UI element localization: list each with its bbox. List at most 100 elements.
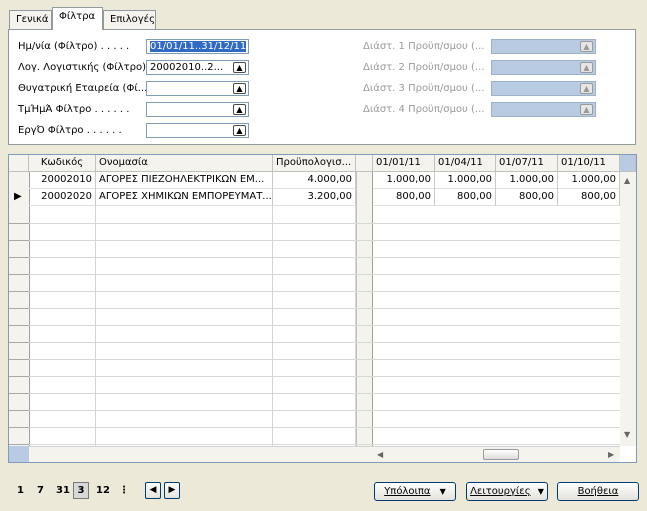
row-line — [9, 274, 620, 275]
tab-filters-label: Φίλτρα — [59, 11, 96, 22]
column-header-code[interactable]: Κωδικός — [29, 155, 96, 172]
functions-button-label: Λειτουργίες — [470, 486, 531, 497]
tab-filters[interactable]: Φίλτρα — [52, 7, 103, 30]
tab-options[interactable]: Επιλογές — [103, 10, 156, 29]
account-filter-input[interactable]: 20002010..2... ▲ — [146, 60, 249, 75]
date-filter-label: Ημ/νία (Φίλτρο) . . . . . — [18, 41, 130, 52]
help-button-label: Βοήθεια — [577, 486, 619, 497]
subsidiary-filter-label: Θυγατρική Εταιρεία (Φί... — [18, 83, 148, 94]
balances-button-label: Υπόλοιπα — [384, 486, 431, 497]
view-by-month[interactable]: 31 — [56, 485, 70, 496]
balances-button[interactable]: Υπόλοιπα ▼ — [374, 482, 456, 501]
row-line — [9, 325, 620, 326]
column-header-code-label: Κωδικός — [40, 157, 84, 168]
row-indicator-line — [9, 223, 29, 224]
period-header-label: 01/07/11 — [499, 157, 544, 168]
table-cell-name[interactable]: ΑΓΟΡΕΣ ΠΙΕΖΟΗΛΕΚΤΡΙΚΩΝ ΕΜ... — [96, 172, 273, 189]
horizontal-scrollbar[interactable]: ◀ ▶ — [373, 446, 620, 462]
table-cell-period[interactable]: 1.000,00 — [435, 172, 496, 189]
column-header-budget[interactable]: Προϋπολογισ... — [273, 155, 356, 172]
subsidiary-lookup-icon[interactable]: ▲ — [233, 83, 246, 94]
project-filter-input[interactable]: ▲ — [146, 123, 249, 138]
view-by-period[interactable]: ⋮ — [119, 485, 129, 496]
subsidiary-filter-input[interactable]: ▲ — [146, 81, 249, 96]
row-line — [9, 223, 620, 224]
dim2-label: Διάστ. 2 Προϋπ/σμου (... — [363, 62, 485, 73]
project-lookup-icon[interactable]: ▲ — [233, 125, 246, 136]
department-filter-input[interactable]: ▲ — [146, 102, 249, 117]
table-cell-budget[interactable]: 4.000,00 — [273, 172, 356, 189]
scroll-up-icon[interactable]: ▲ — [624, 176, 630, 185]
project-filter-label: ΕργΌ Φίλτρο . . . . . . — [18, 125, 122, 136]
row-indicator-line — [9, 444, 29, 445]
row-indicator-line — [9, 240, 29, 241]
filter-panel: Ημ/νία (Φίλτρο) . . . . . 01/01/11..31/1… — [8, 29, 636, 145]
budget-grid: Κωδικός Ονομασία Προϋπολογισ... 01/01/11… — [8, 154, 637, 463]
view-by-year[interactable]: 12 — [96, 485, 110, 496]
table-cell-budget[interactable]: 3.200,00 — [273, 189, 356, 206]
column-header-name-label: Ονομασία — [99, 157, 148, 168]
dim1-input[interactable]: ▲ — [491, 39, 596, 54]
table-cell-period[interactable]: 1.000,00 — [496, 172, 558, 189]
table-cell-code[interactable]: 20002010 — [29, 172, 96, 189]
row-indicator-line — [9, 325, 29, 326]
scroll-left-icon[interactable]: ◀ — [377, 450, 383, 459]
row-indicator-line — [9, 410, 29, 411]
row-line — [9, 376, 620, 377]
row-line — [9, 410, 620, 411]
scroll-down-icon[interactable]: ▼ — [624, 430, 630, 439]
functions-dropdown-icon: ▼ — [537, 487, 544, 496]
previous-period-button[interactable]: ◀ — [145, 482, 161, 499]
row-indicator-line — [9, 359, 29, 360]
scroll-right-icon[interactable]: ▶ — [608, 450, 614, 459]
department-lookup-icon[interactable]: ▲ — [233, 104, 246, 115]
period-header-label: 01/04/11 — [438, 157, 483, 168]
period-header[interactable]: 01/10/11 — [558, 155, 620, 172]
account-lookup-icon[interactable]: ▲ — [233, 62, 246, 73]
column-header-spacer — [356, 155, 373, 172]
dim3-lookup-icon[interactable]: ▲ — [580, 83, 593, 94]
row-indicator-line — [9, 291, 29, 292]
dim1-label: Διάστ. 1 Προϋπ/σμου (... — [363, 41, 485, 52]
date-filter-value: 01/01/11..31/12/11 — [150, 41, 247, 52]
row-line — [9, 427, 620, 428]
row-line — [9, 342, 620, 343]
table-cell-period[interactable]: 1.000,00 — [558, 172, 620, 189]
dim4-lookup-icon[interactable]: ▲ — [580, 104, 593, 115]
table-cell-period[interactable]: 1.000,00 — [373, 172, 435, 189]
date-filter-input[interactable]: 01/01/11..31/12/11 — [146, 39, 249, 54]
table-cell-period[interactable]: 800,00 — [435, 189, 496, 206]
tab-general[interactable]: Γενικά — [9, 10, 52, 29]
scroll-thumb[interactable] — [483, 449, 519, 460]
help-button[interactable]: Βοήθεια — [557, 482, 639, 501]
period-header[interactable]: 01/07/11 — [496, 155, 558, 172]
splitter-bar[interactable] — [356, 172, 373, 446]
table-cell-code[interactable]: 20002020 — [29, 189, 96, 206]
grid-footer — [29, 446, 373, 462]
row-line — [9, 308, 620, 309]
dim4-input[interactable]: ▲ — [491, 102, 596, 117]
dim2-input[interactable]: ▲ — [491, 60, 596, 75]
row-line — [9, 393, 620, 394]
vertical-scrollbar[interactable]: ▲ ▼ — [620, 172, 636, 446]
dim2-lookup-icon[interactable]: ▲ — [580, 62, 593, 73]
period-header-label: 01/10/11 — [561, 157, 606, 168]
table-cell-period[interactable]: 800,00 — [496, 189, 558, 206]
view-by-quarter[interactable]: 3 — [73, 482, 89, 499]
current-row-icon: ▶ — [14, 191, 22, 202]
table-cell-name[interactable]: ΑΓΟΡΕΣ ΧΗΜΙΚΩΝ ΕΜΠΟΡΕΥΜΑΤ... — [96, 189, 273, 206]
tab-options-label: Επιλογές — [110, 14, 155, 25]
dim1-lookup-icon[interactable]: ▲ — [580, 41, 593, 52]
table-cell-period[interactable]: 800,00 — [558, 189, 620, 206]
dim3-input[interactable]: ▲ — [491, 81, 596, 96]
account-filter-value: 20002010..2... — [150, 62, 224, 73]
table-cell-period[interactable]: 800,00 — [373, 189, 435, 206]
view-by-day[interactable]: 1 — [17, 485, 24, 496]
next-period-button[interactable]: ▶ — [164, 482, 180, 499]
period-header[interactable]: 01/04/11 — [435, 155, 496, 172]
view-by-week[interactable]: 7 — [37, 485, 44, 496]
row-line — [9, 359, 620, 360]
period-header[interactable]: 01/01/11 — [373, 155, 435, 172]
functions-button[interactable]: Λειτουργίες ▼ — [466, 482, 548, 501]
column-header-name[interactable]: Ονομασία — [96, 155, 273, 172]
